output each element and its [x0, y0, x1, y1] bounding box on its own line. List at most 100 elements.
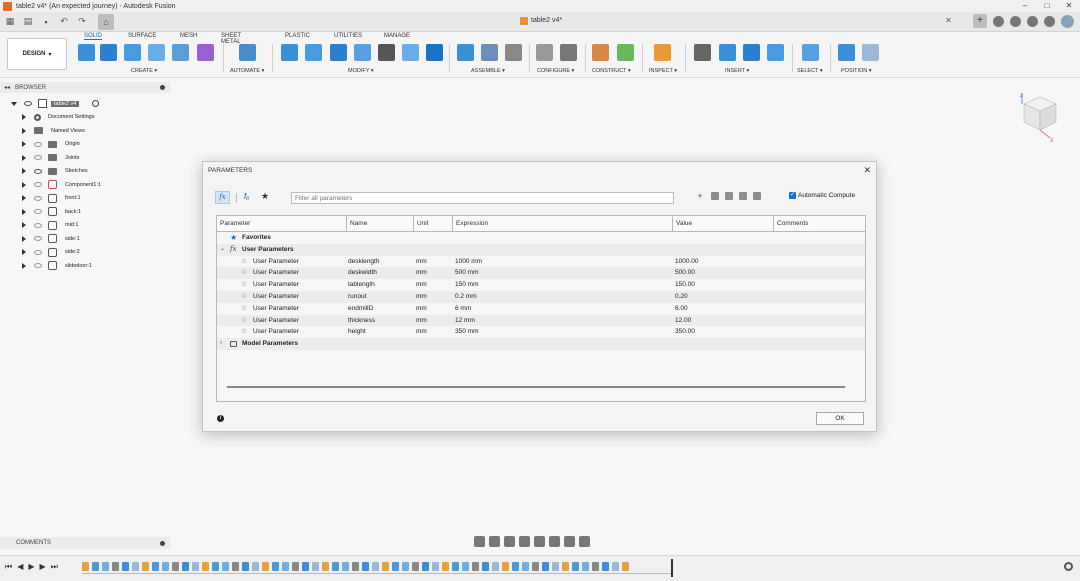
visibility-eye-icon[interactable] [34, 182, 42, 188]
viewcube[interactable]: Z X [1018, 92, 1060, 142]
timeline-feature-icon[interactable] [252, 562, 259, 571]
automate-icon[interactable] [239, 44, 256, 61]
timeline-feature-icon[interactable] [202, 562, 209, 571]
help-icon[interactable] [1044, 15, 1055, 27]
notifications-icon[interactable] [1027, 15, 1038, 27]
timeline-feature-icon[interactable] [282, 562, 289, 571]
fit-icon[interactable] [534, 536, 545, 547]
timeline-feature-icon[interactable] [572, 562, 579, 571]
timeline-feature-icon[interactable] [132, 562, 139, 571]
table-row[interactable]: ☆ User Parameter height mm 350 mm 350.00 [217, 326, 865, 338]
hole-icon[interactable] [148, 44, 165, 61]
browser-item-joints[interactable]: Joints [0, 151, 170, 165]
ok-button[interactable]: OK [816, 412, 864, 425]
expand-arrow-icon[interactable] [22, 208, 26, 215]
browser-item-origin[interactable]: Origin [0, 138, 170, 152]
redo-icon[interactable]: ↷ [74, 15, 90, 29]
home-icon[interactable]: ⌂ [98, 13, 114, 30]
table-row[interactable]: ☆ User Parameter deskwidth mm 500 mm 500… [217, 267, 865, 280]
expand-arrow-icon[interactable] [11, 101, 17, 106]
tab-surface[interactable]: SURFACE [128, 33, 156, 39]
save-icon[interactable]: ▪ [38, 15, 54, 29]
add-parameter-icon[interactable]: + [695, 191, 705, 201]
favorites-filter-star-icon[interactable]: ★ [261, 191, 269, 202]
browser-root[interactable]: table2 v4 [0, 97, 170, 111]
timeline-feature-icon[interactable] [482, 562, 489, 571]
column-header-expression[interactable]: Expression [453, 216, 673, 232]
split-face-icon[interactable] [402, 44, 419, 61]
group-create[interactable]: CREATE ▾ [131, 68, 157, 74]
timeline-feature-icon[interactable] [392, 562, 399, 571]
app-grid-icon[interactable]: ▦ [2, 15, 18, 29]
browser-item-mid[interactable]: mid:1 [0, 219, 170, 233]
user-parameters-filter-icon[interactable]: fₐ [244, 192, 249, 201]
create-form-icon[interactable] [197, 44, 214, 61]
create-sketch-icon[interactable] [78, 44, 95, 61]
expand-arrow-icon[interactable] [22, 168, 26, 175]
document-tab[interactable]: table2 v4* ✕ [520, 16, 952, 25]
browser-item-component1[interactable]: Component1:1 [0, 178, 170, 192]
step-forward-icon[interactable]: ▶ [40, 562, 46, 572]
timeline-feature-icon[interactable] [552, 562, 559, 571]
group-inspect[interactable]: INSPECT ▾ [649, 68, 677, 74]
shell-icon[interactable] [330, 44, 347, 61]
cell-expression[interactable]: 1000 mm [455, 256, 482, 268]
user-avatar[interactable] [1061, 14, 1074, 28]
measure-icon[interactable] [654, 44, 671, 61]
export-parameters-icon[interactable] [753, 192, 761, 200]
cell-unit[interactable]: mm [416, 326, 427, 338]
comments-panel-header[interactable]: COMMENTS [0, 537, 170, 549]
timeline-feature-icon[interactable] [442, 562, 449, 571]
info-icon[interactable]: i [217, 415, 224, 422]
visibility-eye-icon[interactable] [34, 141, 42, 147]
timeline-feature-icon[interactable] [122, 562, 129, 571]
new-tab-button[interactable]: + [973, 14, 987, 28]
favorite-star-icon[interactable]: ☆ [241, 326, 247, 338]
column-header-value[interactable]: Value [673, 216, 774, 232]
cell-name[interactable]: runout [348, 291, 366, 303]
position-icon[interactable] [838, 44, 855, 61]
timeline-feature-icon[interactable] [342, 562, 349, 571]
insert-derive-icon[interactable] [694, 44, 711, 61]
browser-item-back[interactable]: back:1 [0, 205, 170, 219]
configure-table-icon[interactable] [560, 44, 577, 61]
tab-mesh[interactable]: MESH [180, 33, 197, 39]
column-header-comments[interactable]: Comments [774, 216, 865, 232]
go-to-end-icon[interactable]: ⏭ [51, 562, 58, 572]
expand-arrow-icon[interactable] [22, 154, 26, 161]
browser-item-document-settings[interactable]: Document Settings [0, 111, 170, 125]
timeline-feature-icon[interactable] [372, 562, 379, 571]
cell-unit[interactable]: mm [416, 315, 427, 327]
expand-arrow-icon[interactable] [22, 141, 26, 148]
browser-item-sketches[interactable]: Sketches [0, 165, 170, 179]
favorite-star-icon[interactable]: ☆ [241, 267, 247, 279]
column-header-unit[interactable]: Unit [414, 216, 453, 232]
chevron-down-icon[interactable]: ⌄ [220, 244, 225, 256]
column-header-parameter[interactable]: Parameter [217, 216, 347, 232]
browser-header[interactable]: ◂◂ BROWSER [0, 82, 170, 93]
timeline-feature-icon[interactable] [172, 562, 179, 571]
timeline-feature-icon[interactable] [142, 562, 149, 571]
cell-expression[interactable]: 6 mm [455, 303, 471, 315]
timeline-feature-icon[interactable] [182, 562, 189, 571]
timeline-feature-icon[interactable] [162, 562, 169, 571]
as-built-joint-icon[interactable] [505, 44, 522, 61]
axis-icon[interactable] [617, 44, 634, 61]
fillet-icon[interactable] [305, 44, 322, 61]
cell-name[interactable]: deskwidth [348, 267, 377, 279]
browser-item-front[interactable]: front:1 [0, 192, 170, 206]
expand-arrow-icon[interactable] [22, 127, 26, 134]
maximize-button[interactable]: □ [1036, 0, 1058, 12]
model-parameters-group-row[interactable]: › Model Parameters [217, 338, 865, 350]
filter-input[interactable] [291, 192, 674, 204]
go-to-start-icon[interactable]: ⏮ [5, 562, 12, 572]
favorite-star-icon[interactable]: ☆ [241, 291, 247, 303]
group-insert[interactable]: INSERT ▾ [725, 68, 749, 74]
cell-unit[interactable]: mm [416, 279, 427, 291]
orbit-icon[interactable] [474, 536, 485, 547]
insert-canvas-icon[interactable] [767, 44, 784, 61]
timeline-feature-icon[interactable] [362, 562, 369, 571]
tab-plastic[interactable]: PLASTIC [285, 33, 310, 39]
timeline-feature-icon[interactable] [152, 562, 159, 571]
automatic-compute-checkbox[interactable]: ✓ Automatic Compute [789, 192, 855, 199]
